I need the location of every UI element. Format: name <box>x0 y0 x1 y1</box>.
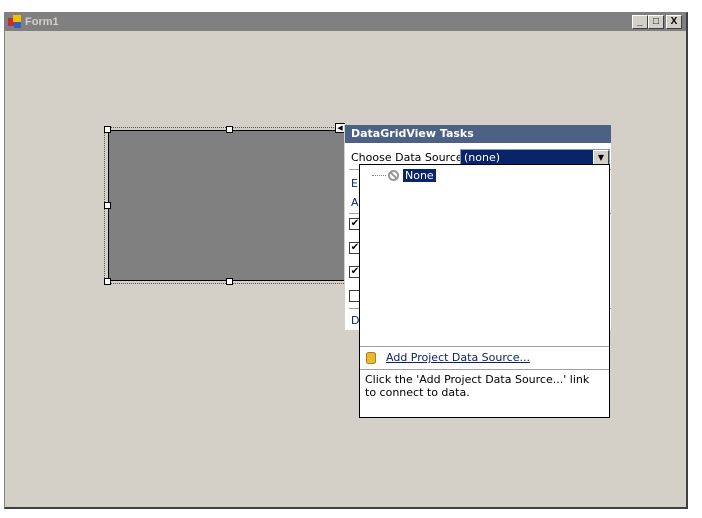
edit-columns-link[interactable]: E <box>351 177 358 190</box>
datagridview-control[interactable] <box>108 130 348 281</box>
resize-handle[interactable] <box>104 278 111 285</box>
help-text: Click the 'Add Project Data Source...' l… <box>365 373 590 399</box>
no-symbol-icon <box>388 170 399 181</box>
add-column-link[interactable]: A <box>351 196 359 209</box>
minimize-button[interactable]: _ <box>632 15 648 29</box>
close-button[interactable]: X <box>666 15 682 29</box>
database-add-icon <box>366 351 376 364</box>
chevron-down-icon[interactable]: ▼ <box>593 150 609 165</box>
data-source-dropdown: None Add Project Data Source... Click th… <box>359 164 610 418</box>
resize-handle[interactable] <box>226 126 233 133</box>
title-bar[interactable]: Form1 _ □ X <box>5 13 686 31</box>
tasks-panel-title: DataGridView Tasks <box>345 125 611 143</box>
window-title: Form1 <box>25 16 59 28</box>
tree-item-none[interactable]: None <box>372 169 436 182</box>
resize-handle[interactable] <box>104 202 111 209</box>
choose-data-source-label: Choose Data Source <box>351 151 463 164</box>
form-icon <box>8 15 22 29</box>
combo-value: (none) <box>464 151 501 164</box>
tree-item-label: None <box>403 169 436 182</box>
add-project-data-source-link[interactable]: Add Project Data Source... <box>386 351 530 364</box>
resize-handle[interactable] <box>104 126 111 133</box>
form-window: Form1 _ □ X ◀ DataGridView Tasks Choose … <box>4 12 688 509</box>
resize-handle[interactable] <box>226 278 233 285</box>
maximize-button[interactable]: □ <box>648 15 664 29</box>
